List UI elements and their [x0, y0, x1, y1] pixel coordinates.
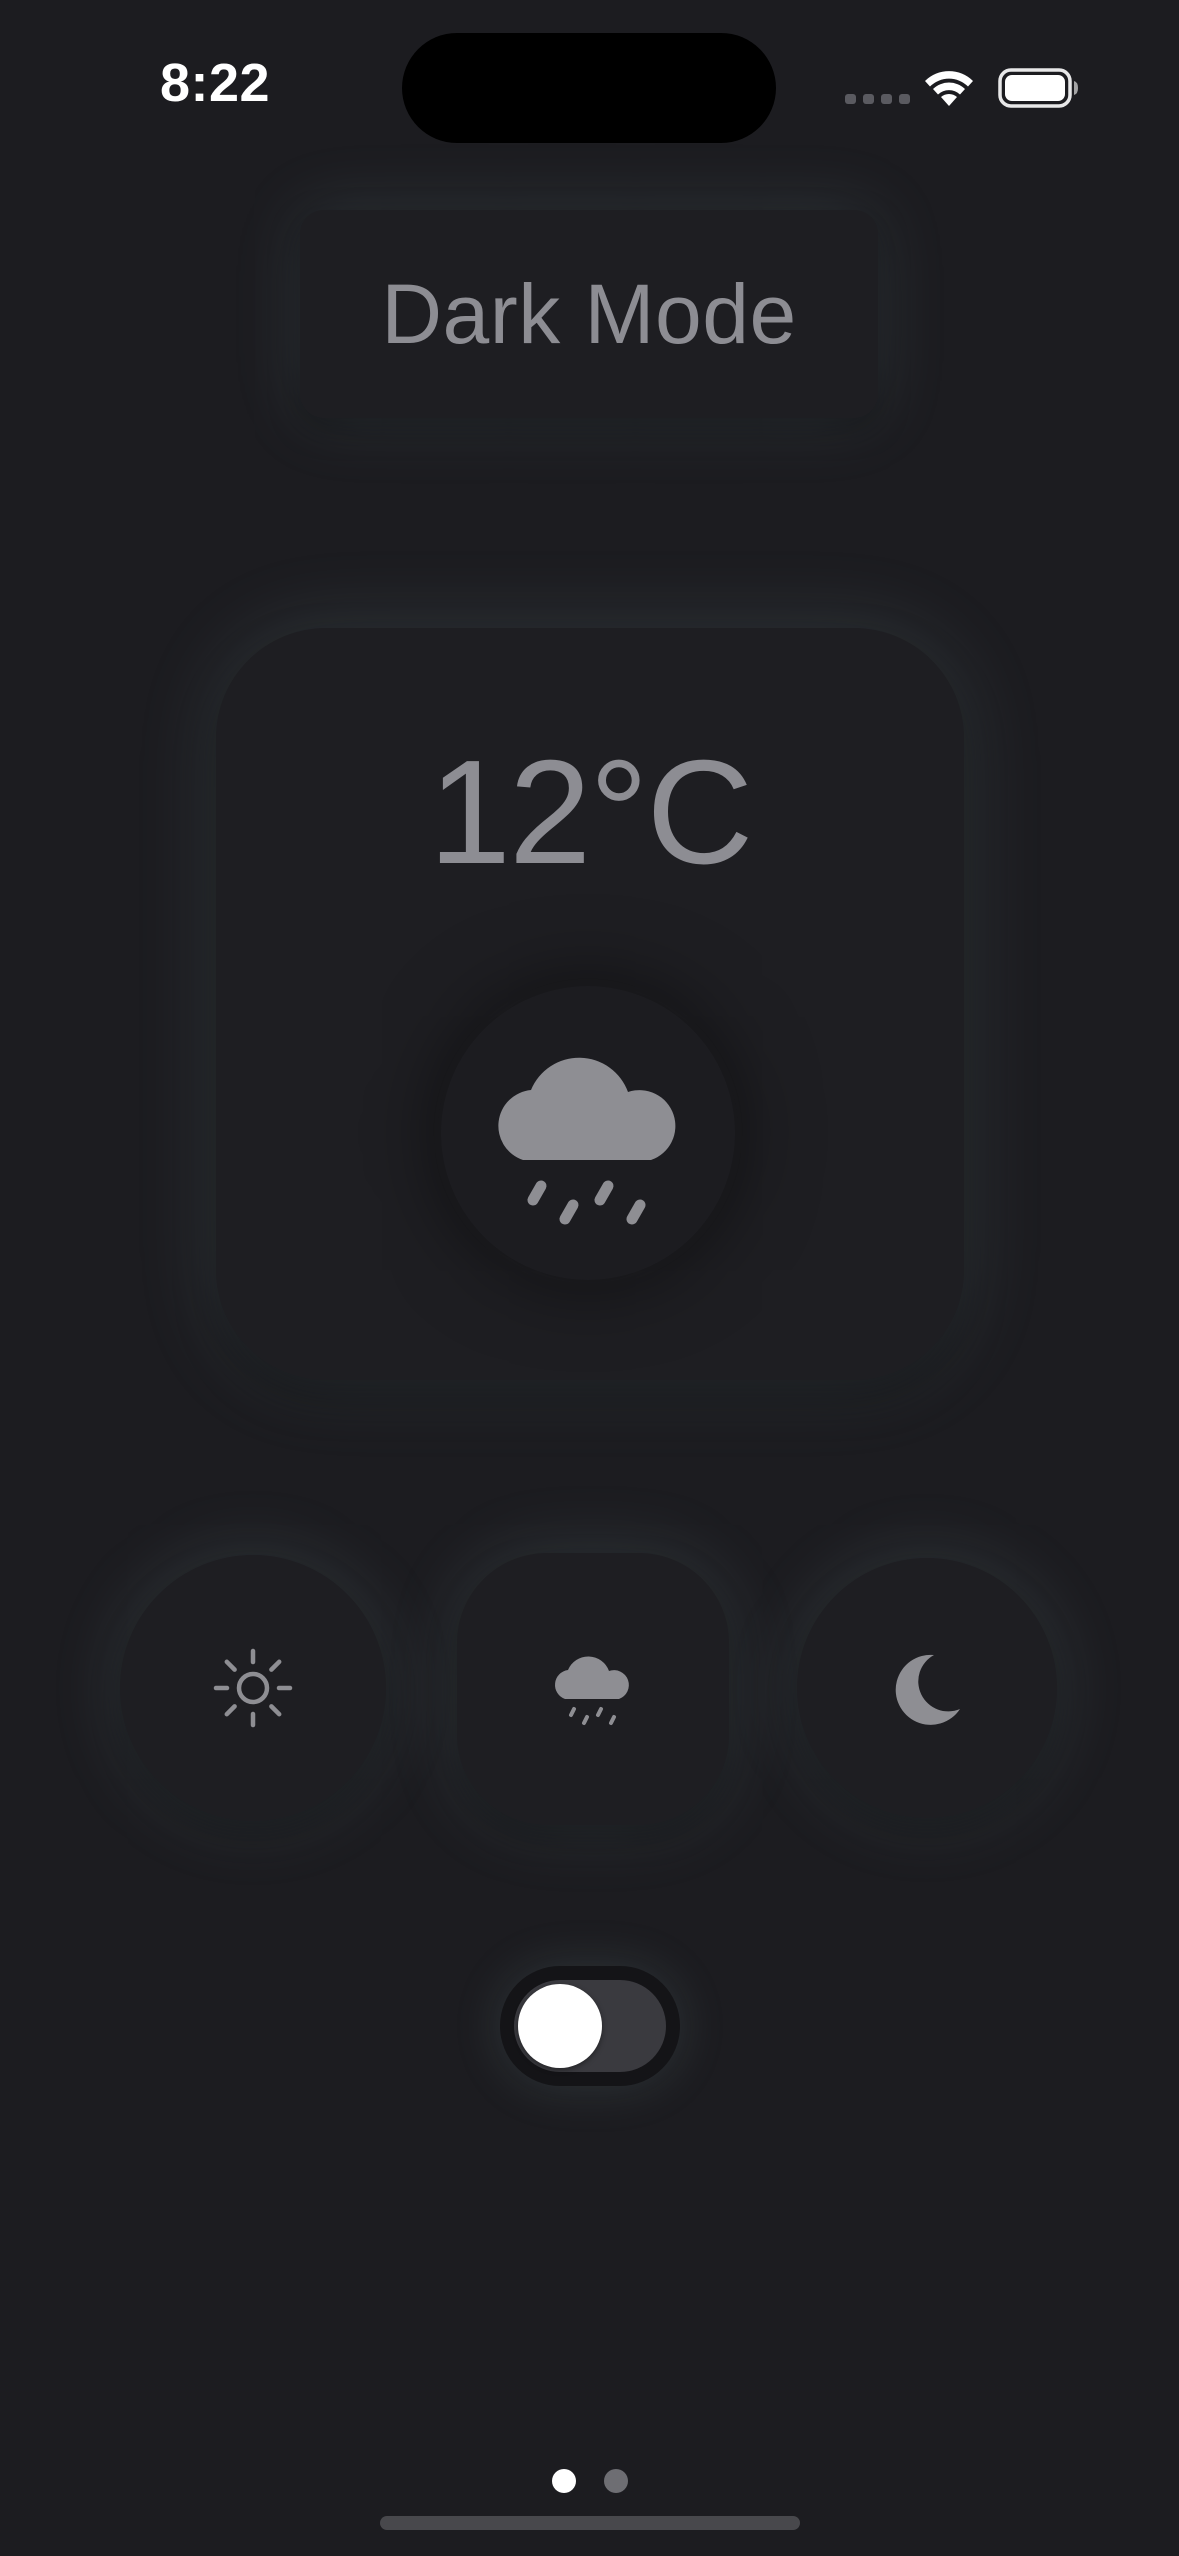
dark-mode-toggle[interactable]	[500, 1966, 680, 2086]
rain-mode-button[interactable]	[457, 1553, 729, 1825]
toggle-knob	[518, 1984, 602, 2068]
screen: 8:22 Dark Mode 12°C	[0, 0, 1179, 2556]
page-dot-2[interactable]	[604, 2469, 628, 2493]
sun-mode-button[interactable]	[120, 1555, 386, 1821]
page-dot-1[interactable]	[552, 2469, 576, 2493]
page-title: Dark Mode	[381, 266, 797, 361]
page-indicator	[552, 2469, 628, 2493]
weather-card: 12°C	[216, 628, 964, 1380]
moon-icon	[895, 1654, 960, 1725]
dynamic-island	[402, 33, 776, 143]
status-time: 8:22	[160, 53, 271, 113]
toggle-track	[514, 1980, 666, 2072]
cloud-rain-icon	[555, 1656, 629, 1725]
home-indicator[interactable]	[380, 2516, 800, 2530]
temperature-label: 12°C	[428, 730, 754, 895]
weather-condition-circle	[441, 986, 735, 1280]
sun-icon	[213, 1648, 293, 1728]
moon-mode-button[interactable]	[797, 1558, 1057, 1818]
title-card: Dark Mode	[300, 210, 878, 418]
wifi-icon	[925, 71, 973, 106]
battery-full-icon	[998, 68, 1078, 108]
cloud-rain-icon	[498, 1057, 676, 1225]
cellular-signal-icon	[845, 94, 910, 104]
